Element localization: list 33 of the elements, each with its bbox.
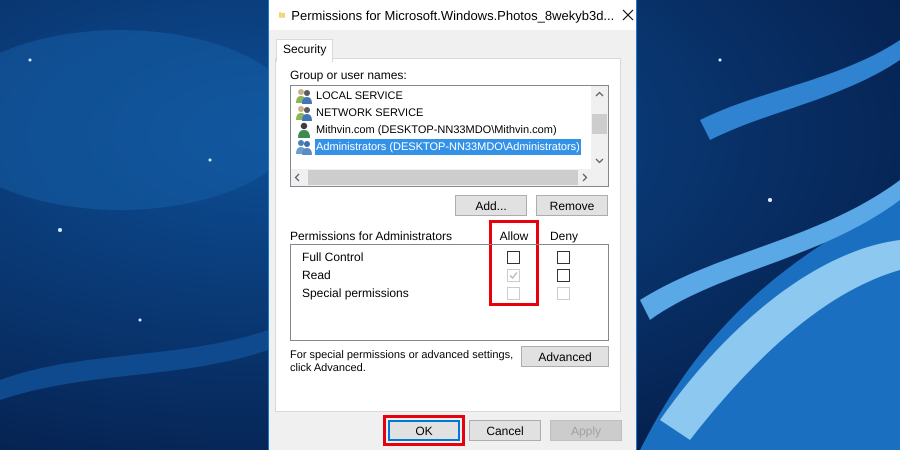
remove-button[interactable]: Remove xyxy=(536,195,608,216)
permission-name: Full Control xyxy=(302,250,364,264)
ok-button[interactable]: OK xyxy=(388,420,460,441)
permissions-label: Permissions for Administrators xyxy=(290,229,454,243)
scroll-thumb[interactable] xyxy=(308,170,578,185)
advanced-hint: For special permissions or advanced settings, click Advanced. xyxy=(290,349,514,375)
group-icon xyxy=(295,104,313,120)
list-item[interactable]: LOCAL SERVICE xyxy=(315,88,404,104)
list-item[interactable]: NETWORK SERVICE xyxy=(315,104,424,120)
cancel-button[interactable]: Cancel xyxy=(469,420,541,441)
group-icon xyxy=(295,138,313,154)
checkbox[interactable] xyxy=(556,268,570,282)
list-label: Group or user names: xyxy=(290,68,408,82)
checkbox[interactable] xyxy=(506,250,520,264)
scroll-up-icon[interactable] xyxy=(595,91,604,97)
group-icon xyxy=(295,88,313,104)
tab[interactable]: Security xyxy=(276,39,334,62)
window-title: Permissions for Microsoft.Windows.Photos_8wekyb3d... xyxy=(291,8,614,22)
list-item[interactable]: Mithvin.com (DESKTOP-NN33MDO\Mithvin.com) xyxy=(315,122,558,138)
column-header: Deny xyxy=(548,229,579,243)
close-icon[interactable] xyxy=(622,9,634,21)
user-list[interactable]: LOCAL SERVICE NETWORK SERVICE Mithvin.com (DESKTOP-NN33MDO\Mithvin.com) Administrators (DESKTOP-NN33MDO\Administrators) xyxy=(290,85,609,187)
scroll-left-icon[interactable] xyxy=(294,173,300,182)
advanced-button[interactable]: Advanced xyxy=(521,346,609,367)
checkbox[interactable] xyxy=(556,250,570,264)
scroll-right-icon[interactable] xyxy=(582,173,588,182)
column-header: Allow xyxy=(498,229,530,243)
scroll-down-icon[interactable] xyxy=(595,158,604,164)
scroll-thumb[interactable] xyxy=(592,114,607,134)
permission-name: Read xyxy=(302,268,332,282)
user-icon xyxy=(295,122,313,138)
permission-name: Special permissions xyxy=(302,286,410,300)
add-button[interactable]: Add... xyxy=(455,195,527,216)
